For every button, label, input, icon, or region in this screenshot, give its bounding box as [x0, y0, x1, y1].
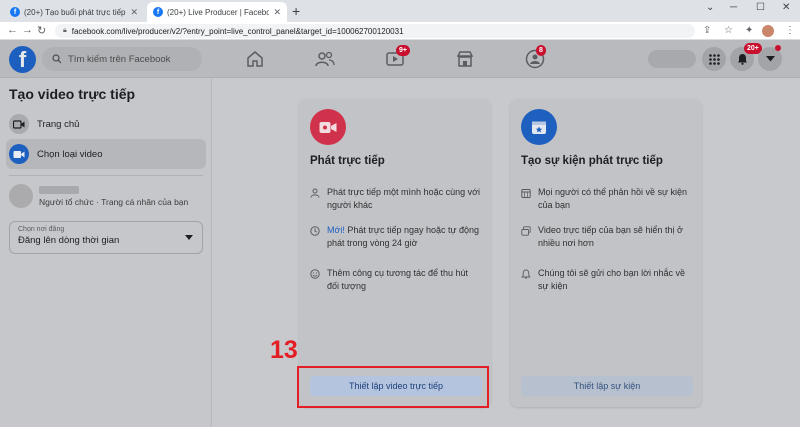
account-dropdown-icon[interactable]: [758, 45, 782, 71]
facebook-logo-icon[interactable]: f: [9, 46, 36, 73]
marketplace-nav-icon[interactable]: [454, 48, 476, 70]
browser-profile-avatar[interactable]: [762, 25, 774, 37]
calendar-star-icon: [521, 109, 557, 145]
video-camera-icon: [9, 144, 29, 164]
browser-tabstrip: f (20+) Tạo buổi phát trực tiếp | Fa ✕ f…: [0, 0, 800, 22]
minimize-icon[interactable]: ─: [730, 2, 737, 13]
facebook-search-input[interactable]: Tìm kiếm trên Facebook: [42, 47, 202, 71]
bookmark-star-icon[interactable]: ☆: [724, 25, 733, 36]
page-name-redacted: [39, 185, 79, 194]
watch-nav-icon[interactable]: 9+: [384, 45, 410, 70]
bell-icon: [521, 269, 531, 279]
feature-item: Thêm công cụ tương tác để thu hút đối tư…: [310, 267, 482, 293]
url-text: facebook.com/live/producer/v2/?entry_poi…: [71, 26, 404, 36]
sidebar-item-choose-video-type[interactable]: Chọn loại video: [6, 139, 206, 169]
card-title: Tạo sự kiện phát trực tiếp: [521, 155, 663, 167]
step-number-annotation: 13: [270, 336, 298, 364]
close-tab-icon[interactable]: ✕: [273, 7, 281, 18]
close-window-icon[interactable]: ✕: [782, 2, 790, 13]
close-tab-icon[interactable]: ✕: [130, 7, 138, 18]
maximize-icon[interactable]: ☐: [756, 2, 765, 13]
smiley-icon: [310, 269, 320, 279]
account-alert-dot: [775, 45, 781, 51]
browser-menu-icon[interactable]: ⋮: [785, 25, 795, 36]
facebook-header: f Tìm kiếm trên Facebook 9+ 8 20+: [0, 40, 800, 78]
feature-text: Chúng tôi sẽ gửi cho bạn lời nhắc về sự …: [538, 268, 686, 291]
tab-title: (20+) Live Producer | Facebook: [167, 7, 270, 17]
highlight-box-annotation: [297, 366, 489, 408]
lock-icon: 🔒︎: [63, 27, 67, 34]
extensions-icon[interactable]: ✦: [745, 25, 753, 36]
back-icon[interactable]: ←: [7, 24, 18, 36]
sidebar-title: Tạo video trực tiếp: [9, 86, 136, 102]
browser-tab[interactable]: f (20+) Tạo buổi phát trực tiếp | Fa ✕: [4, 2, 144, 22]
feature-text: Mọi người có thể phản hồi về sự kiện của…: [538, 187, 688, 210]
watch-badge: 9+: [396, 45, 410, 56]
feature-item: Video trực tiếp của bạn sẽ hiển thị ở nh…: [521, 224, 693, 250]
live-video-icon: [310, 109, 346, 145]
feature-item: Phát trực tiếp một mình hoặc cùng với ng…: [310, 186, 482, 212]
forward-icon[interactable]: →: [22, 24, 33, 36]
browser-tab-active[interactable]: f (20+) Live Producer | Facebook ✕: [147, 2, 287, 22]
person-icon: [310, 188, 320, 198]
feature-text: Phát trực tiếp một mình hoặc cùng với ng…: [327, 187, 480, 210]
groups-badge: 8: [536, 45, 546, 56]
go-live-card[interactable]: Phát trực tiếp Phát trực tiếp một mình h…: [299, 99, 491, 407]
search-placeholder: Tìm kiếm trên Facebook: [68, 53, 171, 65]
page-selector[interactable]: Người tổ chức · Trang cá nhân của bạn: [9, 181, 209, 211]
sidebar-item-home[interactable]: Trang chủ: [6, 109, 206, 139]
tab-title: (20+) Tạo buổi phát trực tiếp | Fa: [24, 7, 126, 17]
sidebar-item-label: Trang chủ: [37, 118, 80, 130]
tab-search-icon[interactable]: ⌄: [706, 2, 714, 13]
profile-shortcut[interactable]: [648, 50, 696, 68]
feature-item: Mọi người có thể phản hồi về sự kiện của…: [521, 186, 693, 212]
search-icon: [52, 54, 62, 64]
feature-text: Phát trực tiếp ngay hoặc tự động phát tr…: [327, 225, 480, 248]
sidebar-divider: [9, 175, 203, 176]
page-subtitle: Người tổ chức · Trang cá nhân của bạn: [39, 196, 189, 207]
feature-text: Thêm công cụ tương tác để thu hút đối tư…: [327, 268, 469, 291]
facebook-favicon-icon: f: [153, 7, 163, 17]
new-tab-icon[interactable]: +: [292, 3, 300, 19]
address-bar[interactable]: 🔒︎ facebook.com/live/producer/v2/?entry_…: [55, 24, 695, 38]
post-location-value: Đăng lên dòng thời gian: [18, 235, 120, 246]
live-event-card[interactable]: Tạo sự kiện phát trực tiếp Mọi người có …: [510, 99, 702, 407]
avatar: [9, 184, 33, 208]
facebook-favicon-icon: f: [10, 7, 20, 17]
setup-event-button[interactable]: Thiết lập sự kiện: [521, 376, 693, 396]
browser-toolbar: ← → ↻ 🔒︎ facebook.com/live/producer/v2/?…: [0, 22, 800, 40]
new-label: Mới!: [327, 225, 345, 235]
home-nav-icon[interactable]: [244, 48, 266, 70]
feature-item: Chúng tôi sẽ gửi cho bạn lời nhắc về sự …: [521, 267, 693, 293]
card-title: Phát trực tiếp: [310, 155, 385, 167]
calendar-icon: [521, 189, 531, 198]
feature-text: Video trực tiếp của bạn sẽ hiển thị ở nh…: [538, 225, 683, 248]
share-icon[interactable]: ⇪: [703, 25, 711, 36]
sidebar-item-label: Chọn loại video: [37, 148, 103, 160]
post-location-select[interactable]: Chọn nơi đăng Đăng lên dòng thời gian: [9, 221, 203, 254]
sidebar: Tạo video trực tiếp Trang chủ Chọn loại …: [0, 78, 212, 427]
reload-icon[interactable]: ↻: [37, 24, 46, 37]
dropdown-arrow-icon: [185, 235, 193, 240]
feature-item: Mới! Phát trực tiếp ngay hoặc tự động ph…: [310, 224, 482, 250]
video-camera-icon: [9, 114, 29, 134]
clock-icon: [310, 226, 320, 236]
friends-nav-icon[interactable]: [314, 48, 336, 70]
groups-nav-icon[interactable]: 8: [524, 45, 546, 70]
video-stack-icon: [521, 226, 531, 236]
menu-grid-icon[interactable]: [702, 47, 726, 71]
notifications-bell-icon[interactable]: 20+: [730, 43, 762, 71]
post-location-label: Chọn nơi đăng: [18, 226, 65, 233]
